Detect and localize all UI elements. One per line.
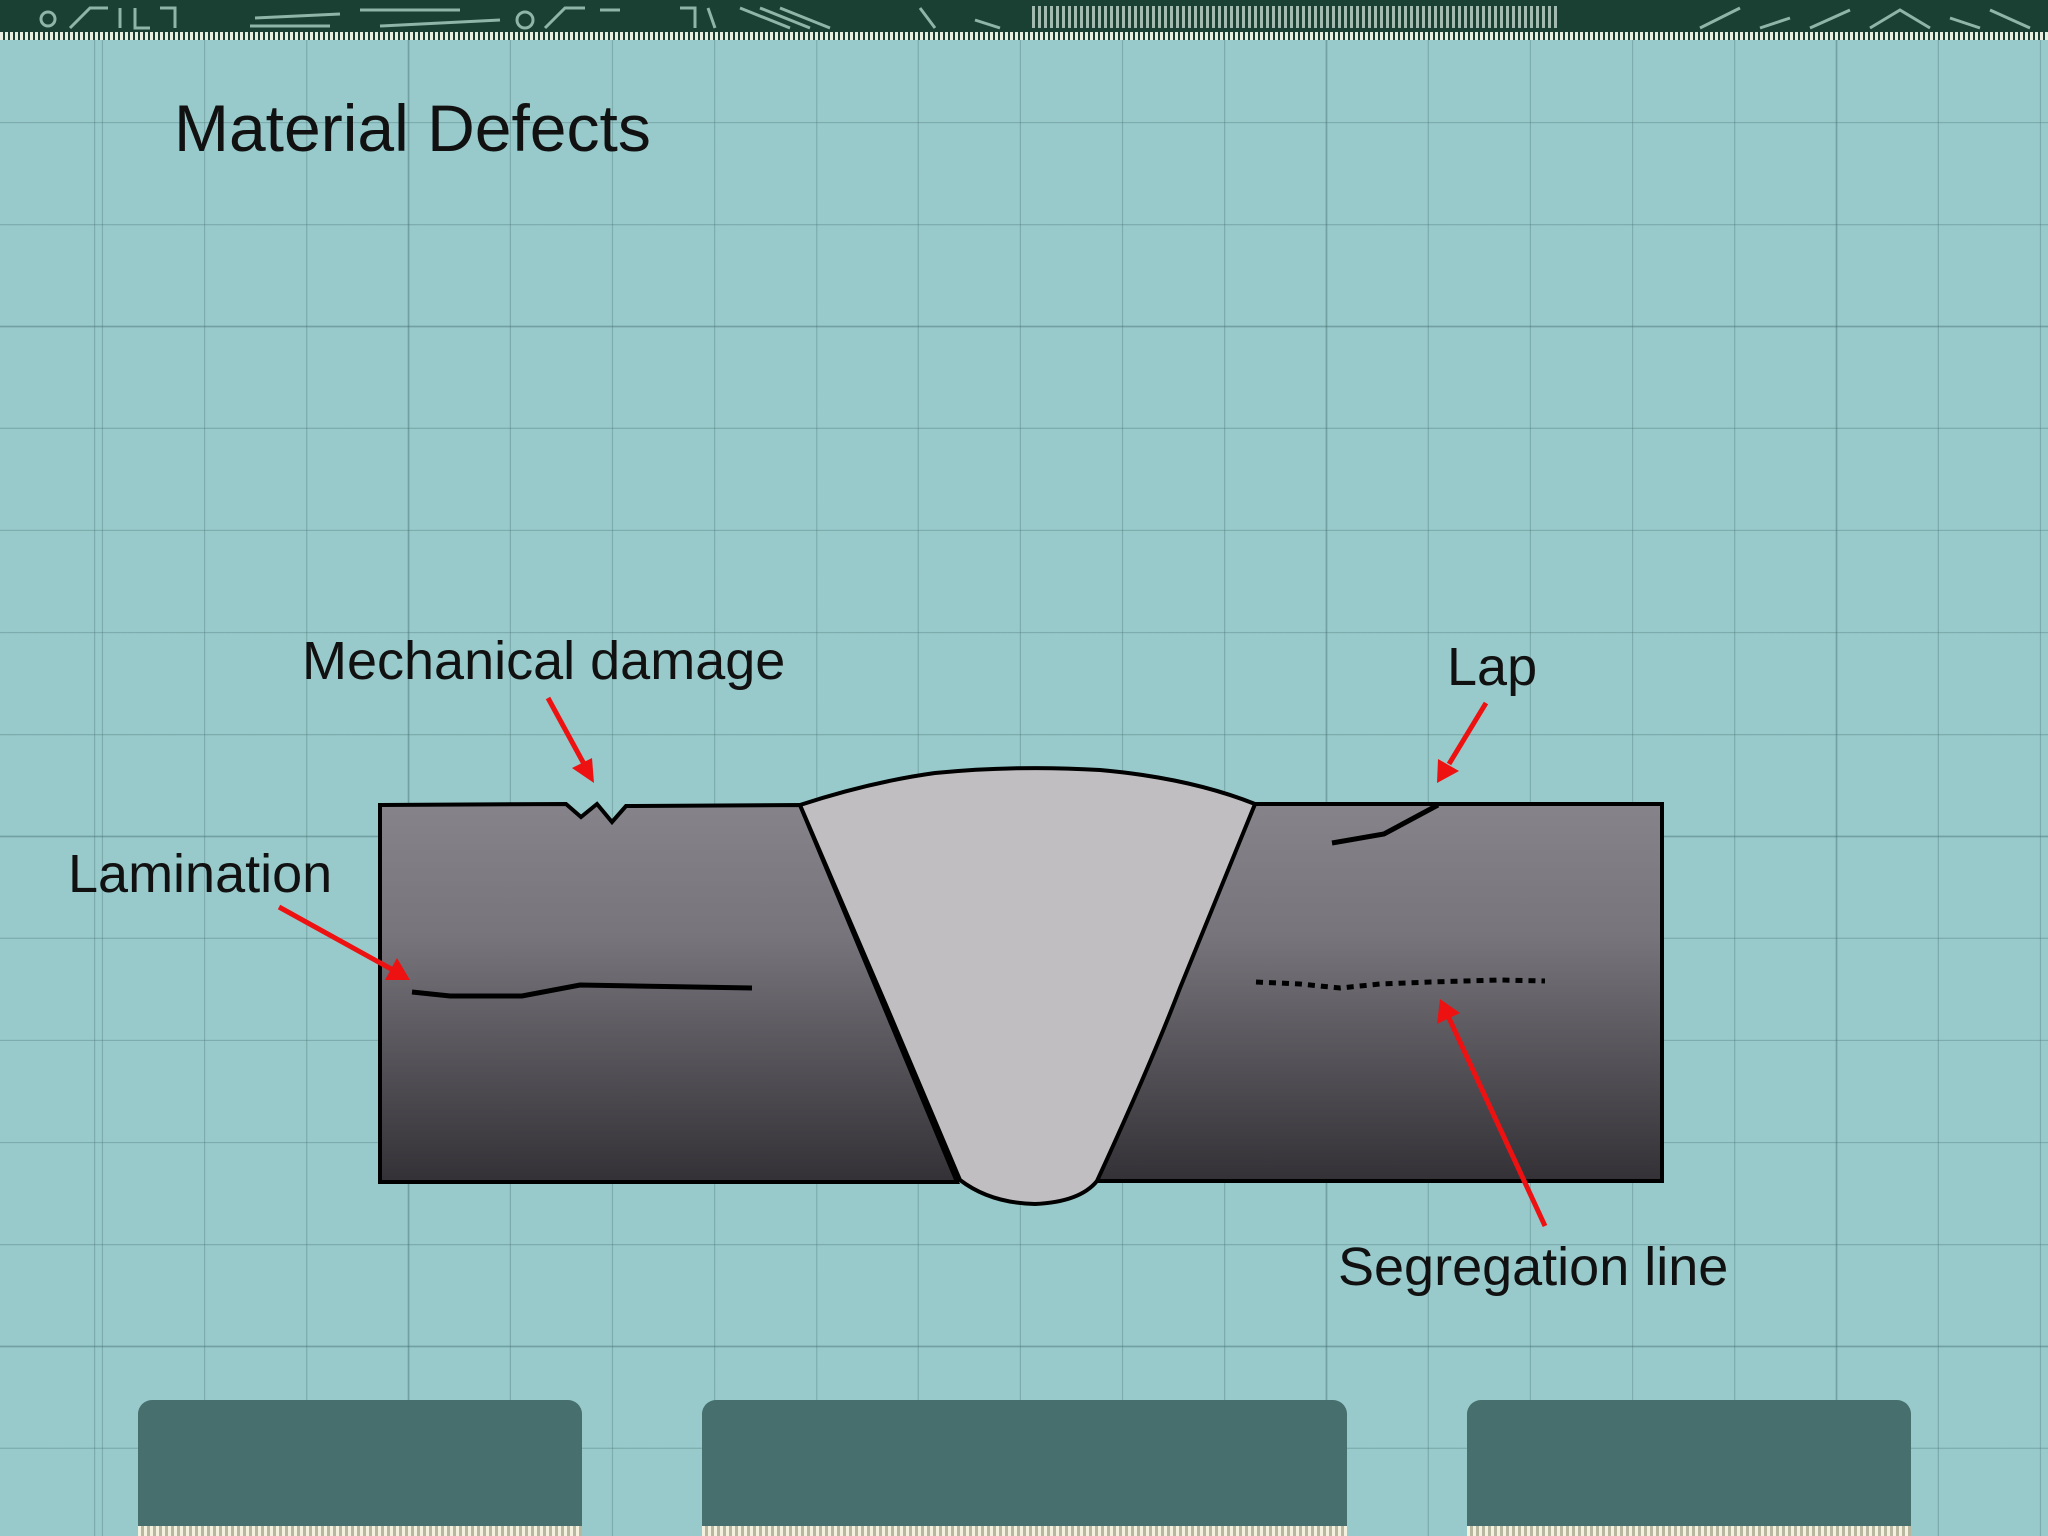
footer-tab-center [702,1400,1347,1536]
mechanical-damage-arrow [545,696,594,783]
lap-arrow [1437,701,1489,783]
lap-label: Lap [1447,637,1538,697]
footer-tab-left [138,1400,582,1536]
mechanical-damage-label: Mechanical damage [302,631,786,691]
footer-tab-right [1467,1400,1911,1536]
lamination-label: Lamination [68,844,333,904]
segregation-line-label: Segregation line [1338,1237,1729,1297]
weld-diagram [277,696,1664,1228]
